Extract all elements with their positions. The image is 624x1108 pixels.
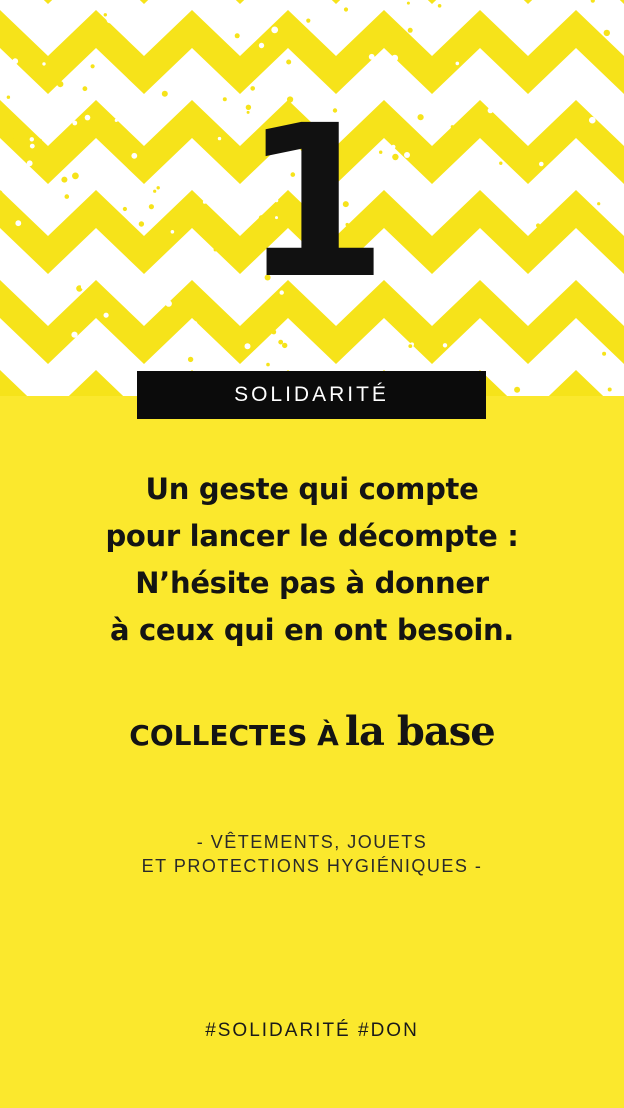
- pattern-dot: [12, 58, 19, 65]
- pattern-dot: [602, 351, 607, 356]
- pattern-dot: [407, 27, 413, 33]
- pattern-dot: [491, 52, 496, 56]
- pattern-dot: [286, 59, 292, 65]
- pattern-dot: [187, 356, 194, 363]
- pattern-dot: [437, 4, 442, 8]
- items-line: ET PROTECTIONS HYGIÉNIQUES -: [141, 856, 483, 876]
- category-banner: SOLIDARITÉ: [137, 371, 486, 419]
- pattern-dot: [42, 62, 46, 66]
- pattern-dot: [103, 387, 109, 393]
- pattern-dot: [306, 18, 311, 23]
- pattern-dot: [603, 29, 610, 37]
- hashtags: #SOLIDARITÉ #DON: [205, 1020, 419, 1041]
- pattern-dot: [368, 53, 375, 60]
- story-card: 1 SOLIDARITÉ Un geste qui compte pour la…: [0, 0, 624, 1108]
- pattern-dot: [442, 343, 448, 348]
- pattern-dot: [384, 37, 389, 42]
- pattern-dot: [90, 64, 95, 69]
- pattern-dot: [455, 61, 460, 66]
- pattern-dot: [234, 33, 240, 39]
- pattern-dot: [271, 329, 277, 335]
- pattern-dot: [49, 55, 53, 59]
- pattern-dot: [408, 344, 413, 348]
- pattern-dot: [514, 386, 521, 393]
- pattern-dot: [575, 337, 582, 344]
- pattern-dot: [332, 325, 339, 333]
- pattern-dot: [416, 60, 422, 66]
- items-line: - VÊTEMENTS, JOUETS: [196, 832, 428, 852]
- pattern-dot: [406, 1, 410, 5]
- pattern-dot: [258, 42, 265, 49]
- main-message: Un geste qui compte pour lancer le décom…: [0, 466, 624, 654]
- message-line: pour lancer le décompte :: [105, 519, 519, 553]
- pattern-dot: [103, 13, 108, 17]
- pattern-dot: [181, 47, 185, 51]
- pattern-dot: [387, 31, 392, 37]
- pattern-dot: [23, 308, 31, 316]
- pattern-dot: [74, 310, 82, 318]
- pattern-dot: [515, 68, 521, 73]
- pattern-dot: [146, 347, 152, 353]
- pattern-dot: [343, 7, 349, 12]
- pattern-dot: [80, 2, 87, 8]
- pattern-dot: [607, 387, 612, 392]
- pattern-dot: [551, 373, 556, 378]
- pattern-dot: [161, 90, 168, 97]
- pattern-dot: [204, 9, 208, 13]
- message-line: N’hésite pas à donner: [135, 566, 489, 600]
- pattern-dot: [244, 343, 251, 350]
- pattern-dot: [599, 312, 607, 320]
- pattern-dot: [522, 375, 527, 381]
- pattern-dot: [420, 366, 425, 370]
- pattern-dot: [266, 362, 270, 367]
- pattern-dot: [232, 362, 239, 369]
- pattern-dot: [271, 26, 279, 34]
- pattern-dot: [408, 58, 414, 64]
- pattern-dot: [209, 38, 216, 45]
- message-line: Un geste qui compte: [145, 472, 479, 506]
- pattern-dot: [391, 54, 399, 62]
- pattern-dot: [71, 331, 78, 338]
- pattern-dot: [103, 312, 109, 318]
- pattern-dot: [106, 16, 114, 24]
- pattern-dot: [609, 0, 613, 4]
- pattern-dot: [46, 347, 50, 351]
- pattern-dot: [278, 339, 284, 345]
- pattern-dot: [282, 342, 288, 349]
- pattern-dot: [57, 81, 64, 88]
- collect-heading: COLLECTES Àla base: [0, 708, 624, 755]
- collect-prefix: COLLECTES À: [129, 719, 339, 752]
- brand-logo-text: la base: [344, 708, 496, 755]
- day-number: 1: [241, 80, 388, 325]
- pattern-dot: [82, 86, 88, 92]
- pattern-dot: [192, 321, 198, 326]
- items-list: - VÊTEMENTS, JOUETS ET PROTECTIONS HYGIÉ…: [0, 830, 624, 878]
- message-line: à ceux qui en ont besoin.: [109, 613, 515, 647]
